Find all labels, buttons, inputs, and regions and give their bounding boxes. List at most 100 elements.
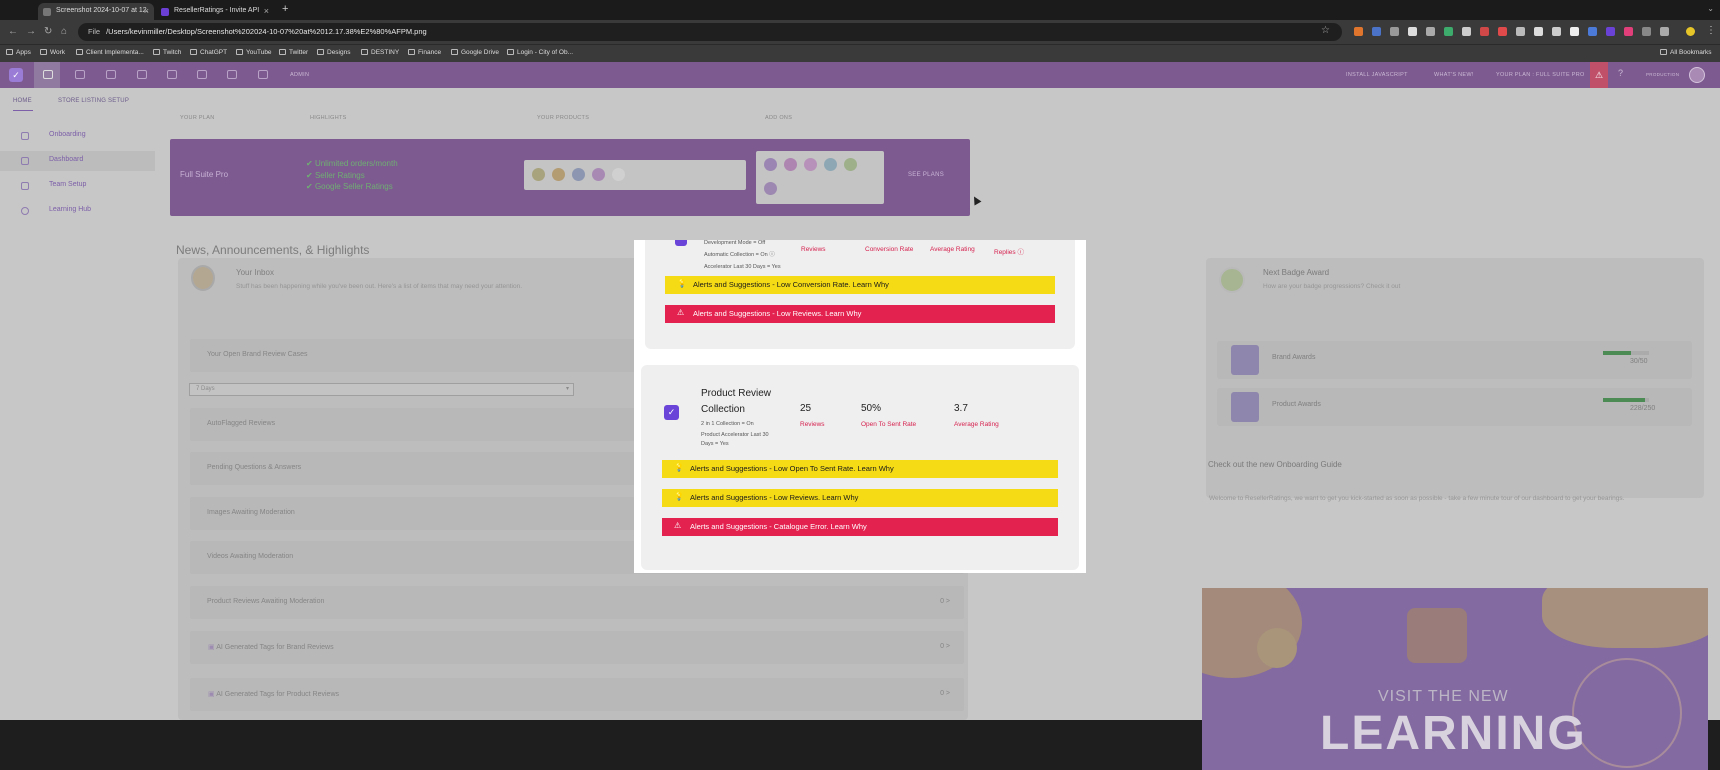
alert-low-reviews[interactable]: 💡 Alerts and Suggestions - Low Reviews. L…: [662, 489, 1058, 507]
count-label[interactable]: 0 >: [940, 643, 950, 650]
see-plans-button[interactable]: SEE PLANS: [908, 172, 944, 178]
forward-icon[interactable]: →: [26, 26, 36, 37]
extension-icon[interactable]: [1354, 27, 1363, 36]
close-icon[interactable]: ×: [264, 6, 269, 16]
alert-low-conversion[interactable]: 💡 Alerts and Suggestions - Low Conversion…: [665, 276, 1055, 294]
product-icon[interactable]: [552, 168, 565, 181]
progress-bar: [1603, 351, 1649, 355]
star-icon[interactable]: [75, 70, 85, 79]
bookmark-client[interactable]: Client Implementa...: [76, 49, 144, 56]
whats-new-link[interactable]: WHAT'S NEW!: [1434, 72, 1474, 78]
alert-low-open-rate[interactable]: 💡 Alerts and Suggestions - Low Open To Se…: [662, 460, 1058, 478]
home-icon[interactable]: ⌂: [61, 26, 67, 37]
extension-icon[interactable]: [1426, 27, 1435, 36]
settings-icon[interactable]: [258, 70, 268, 79]
extension-icon[interactable]: [1606, 27, 1615, 36]
sidebar-item-onboarding[interactable]: Onboarding: [0, 126, 155, 146]
extension-icon[interactable]: [1390, 27, 1399, 36]
sidebar-item-dashboard[interactable]: Dashboard: [0, 151, 155, 171]
extension-icon[interactable]: [1552, 27, 1561, 36]
stat-label-replies[interactable]: Replies ⓘ: [994, 246, 1024, 256]
extension-icon[interactable]: [1462, 27, 1471, 36]
addon-icon[interactable]: [844, 158, 857, 171]
sidebar-item-team-setup[interactable]: Team Setup: [0, 176, 155, 196]
network-icon[interactable]: [106, 70, 116, 79]
bookmark-twitter[interactable]: Twitter: [279, 49, 308, 56]
reload-icon[interactable]: ↻: [44, 26, 52, 37]
bookmark-work[interactable]: Work: [40, 49, 65, 56]
subnav-home[interactable]: HOME: [13, 98, 32, 104]
list-item[interactable]: ▣ AI Generated Tags for Product Reviews 0…: [190, 678, 964, 711]
addon-icon[interactable]: [784, 158, 797, 171]
product-icon[interactable]: [612, 168, 625, 181]
addon-icon[interactable]: [764, 182, 777, 195]
chat-icon[interactable]: [167, 70, 177, 79]
bookmark-twitch[interactable]: Twitch: [153, 49, 181, 56]
tab-resellerratings[interactable]: ResellerRatings - Invite API ×: [156, 3, 274, 20]
badge-title: Next Badge Award: [1263, 268, 1330, 277]
subnav-store-listing[interactable]: STORE LISTING SETUP: [58, 98, 129, 104]
profile-avatar[interactable]: [1686, 27, 1695, 36]
list-item[interactable]: Product Reviews Awaiting Moderation 0 >: [190, 586, 964, 619]
count-label[interactable]: 0 >: [940, 598, 950, 605]
addon-icon[interactable]: [764, 158, 777, 171]
bookmark-apps[interactable]: Apps: [6, 49, 31, 56]
bookmark-destiny[interactable]: DESTINY: [361, 49, 399, 56]
addon-icon[interactable]: [804, 158, 817, 171]
product-icon[interactable]: [572, 168, 585, 181]
bookmark-finance[interactable]: Finance: [408, 49, 441, 56]
extension-icon[interactable]: [1570, 27, 1579, 36]
avatar[interactable]: [1689, 67, 1705, 83]
bookmark-designs[interactable]: Designs: [317, 49, 350, 56]
help-icon[interactable]: ?: [1618, 68, 1623, 78]
list-item[interactable]: ▣ AI Generated Tags for Brand Reviews 0 >: [190, 631, 964, 664]
extension-icon[interactable]: [1408, 27, 1417, 36]
alert-catalogue-error[interactable]: ⚠ Alerts and Suggestions - Catalogue Erro…: [662, 518, 1058, 536]
plan-link[interactable]: YOUR PLAN : FULL SUITE PRO: [1496, 72, 1585, 78]
app-logo[interactable]: ✓: [9, 68, 23, 82]
extension-icon[interactable]: [1372, 27, 1381, 36]
file-icon: [43, 8, 51, 16]
learning-hub-banner[interactable]: VISIT THE NEW LEARNING: [1202, 588, 1708, 770]
brand-awards-row[interactable]: Brand Awards 30/50: [1217, 341, 1692, 379]
bookmark-chatgpt[interactable]: ChatGPT: [190, 49, 227, 56]
message-icon[interactable]: [197, 70, 207, 79]
install-js-link[interactable]: INSTALL JAVASCRIPT: [1346, 72, 1408, 78]
extension-icon[interactable]: [1480, 27, 1489, 36]
extension-icon[interactable]: [1624, 27, 1633, 36]
store-icon[interactable]: [43, 70, 53, 79]
period-select[interactable]: 7 Days ▾: [189, 383, 574, 396]
extension-icon[interactable]: [1516, 27, 1525, 36]
extension-icon[interactable]: [1444, 27, 1453, 36]
close-icon[interactable]: ×: [144, 6, 149, 16]
product-icon[interactable]: [592, 168, 605, 181]
bookmark-youtube[interactable]: YouTube: [236, 49, 272, 56]
product-icon[interactable]: [532, 168, 545, 181]
alert-low-reviews[interactable]: ⚠ Alerts and Suggestions - Low Reviews. L…: [665, 305, 1055, 323]
addon-icon[interactable]: [824, 158, 837, 171]
admin-link[interactable]: ADMIN: [290, 72, 309, 78]
sidepanel-icon[interactable]: [1660, 27, 1669, 36]
bookmark-google-drive[interactable]: Google Drive: [451, 49, 499, 56]
new-tab-button[interactable]: +: [282, 3, 288, 15]
count-label[interactable]: 0 >: [940, 690, 950, 697]
bookmark-star-icon[interactable]: ☆: [1321, 25, 1330, 36]
trash-icon[interactable]: [137, 70, 147, 79]
bookmark-login[interactable]: Login - City of Ob...: [507, 49, 573, 56]
extension-icon[interactable]: [1534, 27, 1543, 36]
product-awards-row[interactable]: Product Awards 228/250: [1217, 388, 1692, 426]
tab-screenshot[interactable]: Screenshot 2024-10-07 at 12. ×: [38, 3, 154, 20]
stat-open-rate-label: Open To Sent Rate: [861, 421, 917, 428]
menu-icon[interactable]: ⋮: [1706, 25, 1716, 36]
tab-search-icon[interactable]: ⌄: [1707, 4, 1714, 13]
back-icon[interactable]: ←: [8, 26, 18, 37]
sidebar-item-learning-hub[interactable]: Learning Hub: [0, 201, 155, 221]
dashboard-icon[interactable]: [227, 70, 237, 79]
products-box: [524, 160, 746, 190]
extension-icon[interactable]: [1498, 27, 1507, 36]
extension-icon[interactable]: [1588, 27, 1597, 36]
extension-icon[interactable]: [1642, 27, 1651, 36]
warning-icon[interactable]: ⚠: [1590, 62, 1608, 88]
bookmark-all[interactable]: All Bookmarks: [1660, 49, 1712, 56]
url-input[interactable]: File/Users/kevinmiller/Desktop/Screensho…: [78, 23, 1342, 41]
